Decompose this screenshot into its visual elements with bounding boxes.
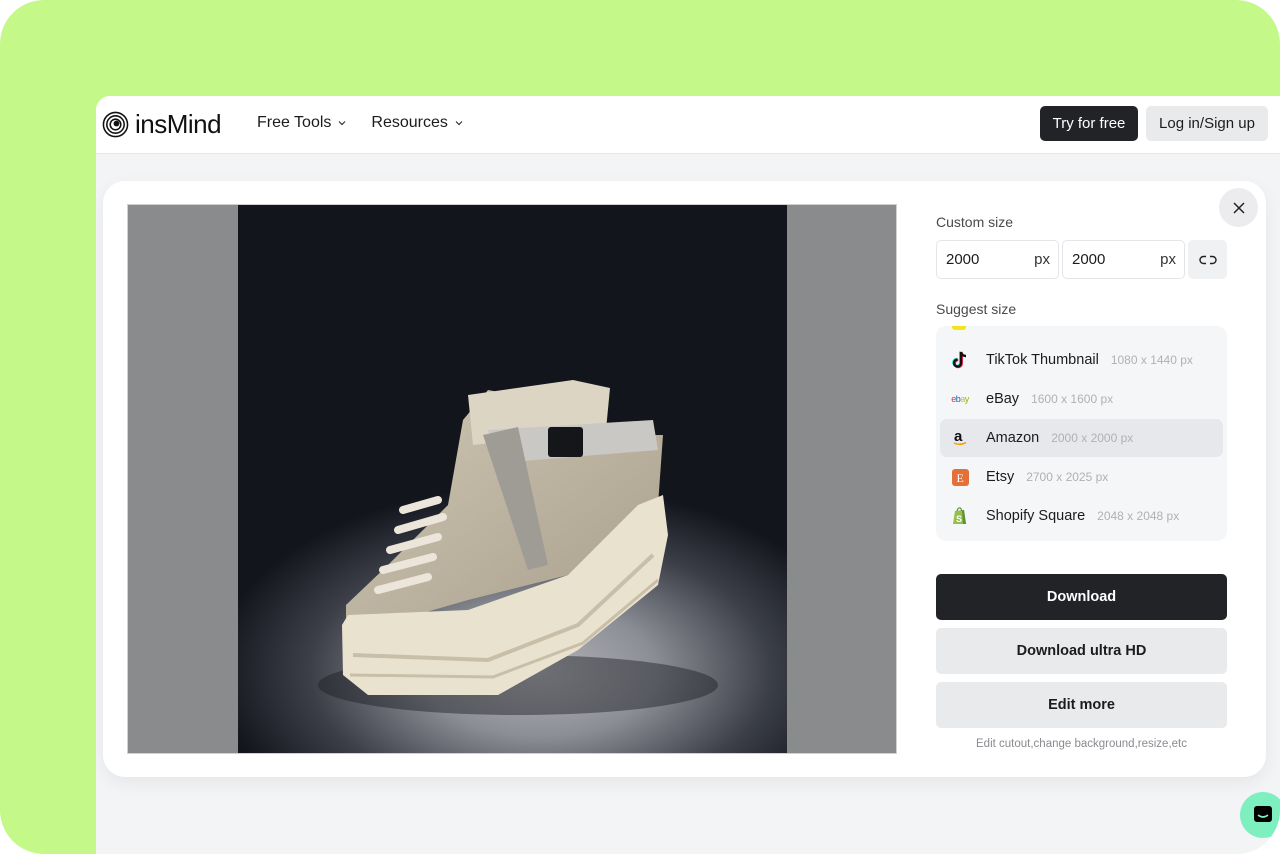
suggest-item-amazon[interactable]: a Amazon 2000 x 2000 px (940, 419, 1223, 457)
suggest-item-dims: 2700 x 2025 px (1026, 470, 1109, 484)
chevron-down-icon (455, 121, 463, 126)
brand-name: insMind (135, 109, 222, 139)
ebay-icon: ebay (951, 394, 969, 404)
edit-more-button[interactable]: Edit more (936, 682, 1227, 728)
suggest-item-dims: 2048 x 2048 px (1097, 509, 1180, 523)
link-icon (1198, 255, 1217, 264)
suggest-item-dims: 1600 x 1600 px (1031, 392, 1114, 406)
height-unit: px (1160, 251, 1176, 268)
custom-size-label: Custom size (936, 214, 1014, 230)
download-modal: Custom size px px Suggest size (103, 181, 1266, 777)
brand-logo[interactable]: insMind (102, 109, 222, 139)
download-ultra-hd-button[interactable]: Download ultra HD (936, 628, 1227, 674)
suggest-size-list[interactable]: TikTok Thumbnail 1080 x 1440 px ebay eBa… (936, 326, 1227, 541)
aspect-lock-toggle[interactable] (1188, 240, 1227, 279)
browser-viewport: insMind Free Tools Resources Try for fre… (96, 96, 1280, 854)
svg-text:S: S (956, 514, 962, 524)
suggest-item-name: Shopify Square (986, 508, 1086, 524)
suggest-item-name: Etsy (986, 469, 1015, 485)
tiktok-icon (950, 350, 970, 370)
nav-free-tools[interactable]: Free Tools (257, 113, 347, 133)
amazon-icon: a (950, 428, 970, 448)
snapchat-icon (952, 326, 966, 330)
download-button[interactable]: Download (936, 574, 1227, 620)
suggest-item-name: TikTok Thumbnail (986, 352, 1099, 368)
product-photo (238, 205, 787, 753)
edit-hint-text: Edit cutout,change background,resize,etc (976, 738, 1187, 750)
nav-resources-label: Resources (371, 114, 448, 131)
suggest-item-name: eBay (986, 391, 1020, 407)
boot-illustration (318, 380, 718, 715)
suggest-item-ebay[interactable]: ebay eBay 1600 x 1600 px (940, 380, 1223, 418)
try-for-free-button[interactable]: Try for free (1040, 106, 1138, 141)
height-field[interactable]: px (1062, 240, 1185, 279)
suggest-item-tiktok[interactable]: TikTok Thumbnail 1080 x 1440 px (940, 341, 1223, 379)
image-preview (127, 204, 897, 754)
suggest-item-dims: 1080 x 1440 px (1110, 353, 1193, 367)
login-signup-button[interactable]: Log in/Sign up (1146, 106, 1268, 141)
chat-support-button[interactable] (1240, 792, 1280, 838)
shopify-icon: S (950, 506, 970, 526)
suggest-size-label: Suggest size (936, 301, 1017, 317)
site-header: insMind Free Tools Resources Try for fre… (96, 96, 1280, 154)
nav-resources[interactable]: Resources (371, 113, 463, 133)
size-panel: Custom size px px Suggest size (936, 181, 1236, 777)
suggest-item-shopify[interactable]: S Shopify Square 2048 x 2048 px (940, 497, 1223, 535)
etsy-icon: E (950, 467, 970, 487)
suggest-item-etsy[interactable]: E Etsy 2700 x 2025 px (940, 458, 1223, 496)
chevron-down-icon (338, 121, 346, 126)
svg-text:E: E (956, 471, 963, 485)
width-field[interactable]: px (936, 240, 1059, 279)
main-nav: Free Tools Resources (257, 113, 464, 133)
suggest-item-dims: 2000 x 2000 px (1051, 431, 1134, 445)
chat-icon (1254, 806, 1272, 822)
nav-free-tools-label: Free Tools (257, 114, 332, 131)
width-unit: px (1034, 251, 1050, 268)
logo-icon (102, 111, 129, 137)
screen-frame: insMind Free Tools Resources Try for fre… (0, 0, 1280, 854)
suggest-item-name: Amazon (986, 430, 1040, 446)
height-input[interactable] (1072, 251, 1142, 268)
width-input[interactable] (946, 251, 1016, 268)
svg-text:a: a (954, 429, 963, 445)
